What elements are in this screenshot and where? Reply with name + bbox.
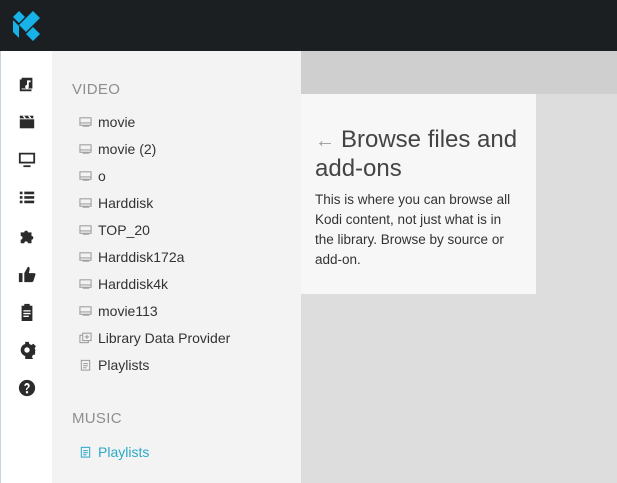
sidebar-item-label: movie [98,114,136,130]
drive-icon [78,115,92,129]
sidebar-item-label: Harddisk172a [98,249,185,265]
top-bar [0,0,617,51]
drive-icon [78,196,92,210]
sidebar-item-label: Playlists [98,357,150,373]
sidebar-item-label: movie (2) [98,141,157,157]
sidebar-item-label: movie113 [98,303,158,319]
movies-icon[interactable] [17,112,37,132]
sidebar-item-label: Playlists [98,444,150,460]
sidebar-item-harddisk4k[interactable]: Harddisk4k [78,274,168,294]
browse-info-card: ← Browse files and add-ons This is where … [301,94,536,294]
library-icon[interactable] [17,74,37,94]
drive-icon [78,169,92,183]
drive-icon [78,304,92,318]
back-arrow-icon[interactable]: ← [315,130,335,152]
video-section-title: VIDEO [72,81,121,98]
drive-icon [78,277,92,291]
sidebar-item-movie-2[interactable]: movie (2) [78,139,156,159]
sidebar-item-label: Harddisk [98,195,154,211]
playlist-icon [78,445,92,459]
sidebar-item-label: TOP_20 [98,222,150,238]
drive-icon [78,142,92,156]
help-icon[interactable] [17,378,37,398]
nav-icon-bar [0,51,52,483]
card-title-text: Browse files and add-ons [315,126,518,182]
settings-icon[interactable] [17,340,37,360]
sidebar-item-movie[interactable]: movie [78,112,135,132]
browse-sidebar: VIDEO movie movie (2) o Harddisk TOP_20 … [52,51,301,483]
card-title: ← Browse files and add-ons [315,126,530,183]
sidebar-item-harddisk[interactable]: Harddisk [78,193,153,213]
content-header-band [301,51,617,94]
sidebar-item-label: Library Data Provider [98,330,231,346]
clipboard-icon[interactable] [17,302,37,322]
sidebar-item-top-20[interactable]: TOP_20 [78,220,150,240]
sidebar-item-movie113[interactable]: movie113 [78,301,158,321]
sidebar-item-music-playlists[interactable]: Playlists [78,442,149,462]
drive-icon [78,223,92,237]
sidebar-item-video-playlists[interactable]: Playlists [78,355,149,375]
list-icon[interactable] [17,187,37,207]
thumbs-up-icon[interactable] [17,264,37,284]
music-section-title: MUSIC [72,410,122,427]
sidebar-item-label: o [98,168,106,184]
sidebar-item-harddisk172a[interactable]: Harddisk172a [78,247,184,267]
sidebar-item-library-data-provider[interactable]: Library Data Provider [78,328,230,348]
tv-icon[interactable] [17,149,37,169]
sidebar-item-label: Harddisk4k [98,276,169,292]
playlist-icon [78,358,92,372]
drive-icon [78,250,92,264]
kodi-logo-icon[interactable] [11,9,43,41]
card-description: This is where you can browse all Kodi co… [315,192,511,267]
library-plus-icon [78,331,92,345]
addons-icon[interactable] [17,226,37,246]
sidebar-item-o[interactable]: o [78,166,106,186]
